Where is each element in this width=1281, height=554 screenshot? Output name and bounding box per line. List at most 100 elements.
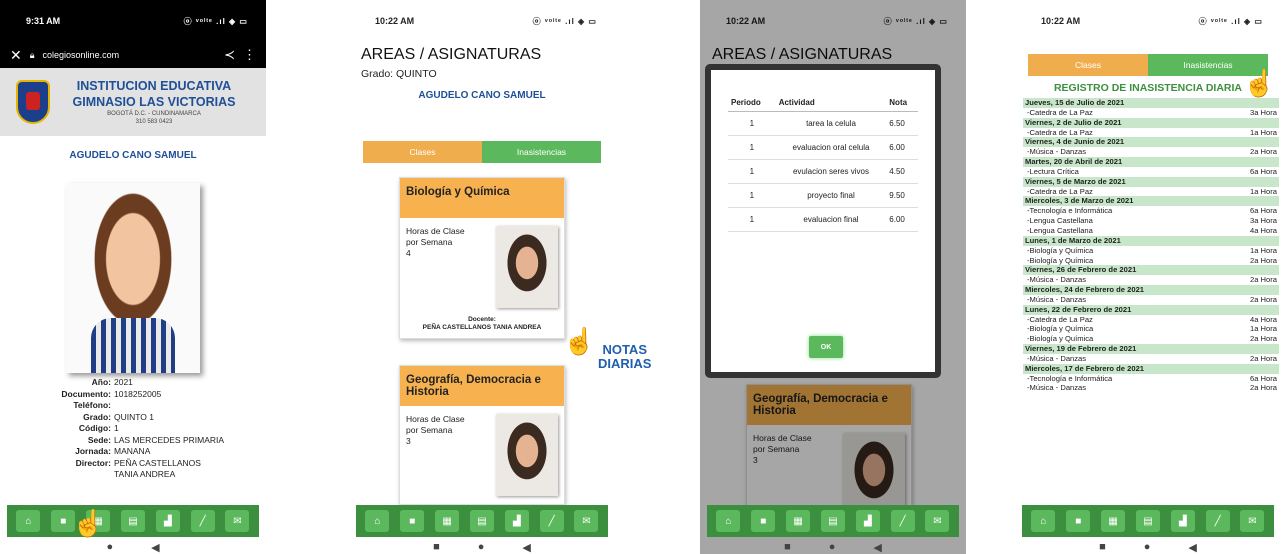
ok-button[interactable]: OK [809, 336, 843, 358]
periodo-cell: 1 [728, 183, 776, 208]
grid-icon[interactable]: ■ [1066, 510, 1091, 532]
list-icon[interactable]: ▤ [469, 510, 494, 532]
hours-label: Horas de Clase [406, 414, 465, 424]
apps-icon[interactable]: ▦ [435, 510, 460, 532]
tab-clases[interactable]: Clases [363, 141, 482, 163]
chart-icon[interactable]: ▟ [155, 510, 180, 532]
grades-table: Periodo Actividad Nota 1 tarea la celula 6.5… [728, 94, 918, 232]
pencil-icon[interactable]: ╱ [190, 510, 215, 532]
back-system-icon[interactable]: ◀ [873, 541, 881, 554]
more-options-icon[interactable]: ⋮ [243, 47, 256, 63]
home-icon[interactable]: ⌂ [1031, 510, 1056, 532]
back-system-icon[interactable]: ◀ [1188, 541, 1196, 554]
info-key: Código: [78, 423, 111, 433]
info-value [114, 400, 244, 412]
home-system-icon[interactable]: ● [478, 541, 485, 553]
recents-system-icon[interactable]: ■ [784, 541, 791, 553]
home-icon[interactable]: ⌂ [365, 510, 390, 532]
hours-label: Horas de Clase [406, 226, 465, 236]
callout-line2: DIARIAS [598, 356, 652, 371]
info-row: Sede: LAS MERCEDES PRIMARIA [34, 435, 266, 447]
absence-subject: -Música - Danzas [1027, 383, 1087, 393]
grid-icon[interactable]: ■ [751, 510, 776, 532]
chart-icon[interactable]: ▟ [855, 510, 880, 532]
nota-cell: 6.00 [886, 207, 918, 232]
periodo-cell: 1 [728, 111, 776, 136]
absence-subject: -Catedra de La Paz [1027, 186, 1093, 196]
tabs: Clases Inasistencias [1028, 54, 1268, 76]
pencil-icon[interactable]: ╱ [890, 510, 915, 532]
table-row: 1 proyecto final 9.50 [728, 183, 918, 208]
system-nav: ■ ● ◀ [349, 540, 615, 554]
recents-system-icon[interactable]: ■ [1099, 541, 1106, 553]
url-text[interactable]: colegiosonline.com [43, 50, 217, 60]
school-logo [16, 80, 50, 124]
tap-hand-icon: ☝ [1243, 68, 1276, 98]
home-system-icon[interactable]: ● [1144, 541, 1151, 553]
tab-inasistencias[interactable]: Inasistencias [482, 141, 601, 163]
chart-icon[interactable]: ▟ [504, 510, 529, 532]
student-name: AGUDELO CANO SAMUEL [69, 150, 197, 161]
back-system-icon[interactable]: ◀ [522, 541, 530, 554]
status-icons: ⓞ ᵛᵒˡᵗᵉ .ıl ◈ ▭ [183, 16, 248, 26]
subject-title[interactable]: Geografía, Democracia e Historia [400, 366, 564, 406]
grid-icon[interactable]: ■ [400, 510, 425, 532]
info-value: 1018252005 [114, 388, 162, 399]
subject-card[interactable]: Geografía, Democracia e Historia Horas d… [746, 384, 912, 524]
subject-title[interactable]: Geografía, Democracia e Historia [747, 385, 911, 425]
absence-hour: 6a Hora [1249, 206, 1277, 216]
subject-card[interactable]: Biología y Química Horas de Clase por Sem… [399, 177, 565, 339]
info-key: Grado: [83, 411, 111, 422]
periodo-cell: 1 [728, 207, 776, 232]
tap-hand-icon: ☝ [72, 508, 105, 538]
absence-hour: 4a Hora [1249, 314, 1277, 324]
table-row: 1 evaluacion oral celula 6.00 [728, 135, 918, 160]
col-nota: Nota [886, 94, 918, 112]
info-row: TANIA ANDREA [34, 469, 266, 481]
apps-icon[interactable]: ▦ [786, 510, 811, 532]
subject-card[interactable]: Geografía, Democracia e Historia Horas d… [399, 365, 565, 505]
back-system-icon[interactable]: ◀ [151, 541, 159, 554]
absence-subject: -Biología y Química [1027, 255, 1094, 265]
home-icon[interactable]: ⌂ [716, 510, 741, 532]
tab-clases[interactable]: Clases [1028, 54, 1148, 76]
list-icon[interactable]: ▤ [1135, 510, 1160, 532]
mail-icon[interactable]: ✉ [1240, 510, 1265, 532]
absence-hour: 4a Hora [1249, 225, 1277, 235]
home-system-icon[interactable]: ● [829, 541, 836, 553]
phone-screen-grades-modal: 10:22 AM ⓞ ᵛᵒˡᵗᵉ .ıl ◈ ▭ AREAS / ASIGNATU… [700, 0, 966, 554]
home-icon[interactable]: ⌂ [16, 510, 41, 532]
absence-subject: -Biología y Química [1027, 334, 1094, 344]
tabs: Clases Inasistencias [363, 141, 601, 163]
absence-hour: 2a Hora [1249, 275, 1277, 285]
browser-url-bar[interactable]: ✕ 🔒︎ colegiosonline.com ≺ ⋮ [0, 42, 266, 68]
share-icon[interactable]: ≺ [224, 47, 235, 63]
chart-icon[interactable]: ▟ [1170, 510, 1195, 532]
mail-icon[interactable]: ✉ [925, 510, 950, 532]
school-name-line2: GIMNASIO LAS VICTORIAS [72, 95, 236, 109]
subject-title[interactable]: Biología y Química [400, 178, 564, 218]
nota-cell: 9.50 [886, 183, 918, 208]
school-phone: 310 583 0423 [135, 119, 173, 125]
home-system-icon[interactable]: ● [106, 541, 113, 553]
info-row: Grado: QUINTO 1 [34, 412, 266, 424]
table-row: 1 evulacion seres vivos 4.50 [728, 159, 918, 184]
apps-icon[interactable]: ▦ [1101, 510, 1126, 532]
list-icon[interactable]: ▤ [820, 510, 845, 532]
list-icon[interactable]: ▤ [120, 510, 145, 532]
student-photo [66, 183, 200, 373]
mail-icon[interactable]: ✉ [574, 510, 599, 532]
recents-system-icon[interactable]: ■ [433, 541, 440, 553]
tap-hand-icon: ☝ [563, 326, 596, 356]
close-icon[interactable]: ✕ [10, 47, 22, 64]
mail-icon[interactable]: ✉ [225, 510, 250, 532]
absence-date: Lunes, 22 de Febrero de 2021 [1023, 304, 1279, 315]
bottom-nav: ⌂ ■ ▦ ▤ ▟ ╱ ✉ [356, 505, 608, 537]
pencil-icon[interactable]: ╱ [539, 510, 564, 532]
info-value: 2021 [114, 377, 133, 387]
bottom-nav: ⌂ ■ ▦ ▤ ▟ ╱ ✉ [7, 505, 259, 537]
absence-hour: 2a Hora [1249, 294, 1277, 304]
pencil-icon[interactable]: ╱ [1205, 510, 1230, 532]
absence-entry: -Biología y Química 2a Hora [1023, 256, 1279, 266]
absence-hour: 1a Hora [1249, 324, 1277, 334]
